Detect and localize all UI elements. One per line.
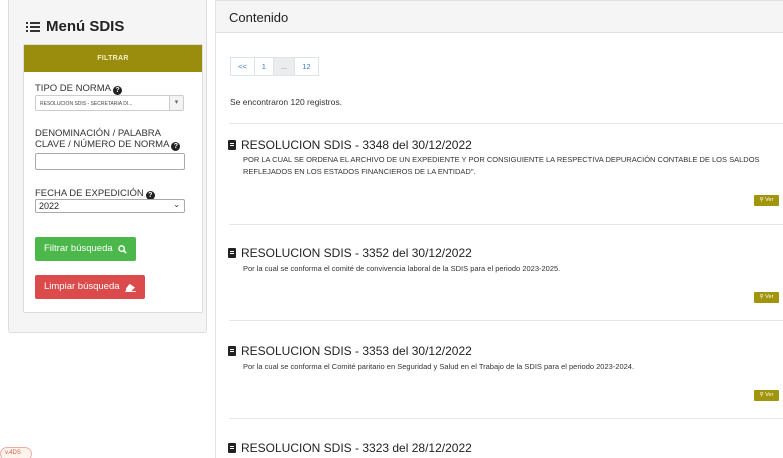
view-button[interactable]: ⚲ Ver — [754, 292, 779, 303]
content-panel: Contenido << 1 ... 12 Se encontraron 120… — [215, 0, 783, 458]
result-description: Por la cual se conforma el Comité parita… — [243, 362, 635, 371]
search-icon: ⚲ — [759, 294, 764, 300]
fecha-select[interactable]: 2022 ⌄ — [35, 199, 185, 213]
help-icon[interactable]: ? — [171, 142, 181, 151]
clear-button[interactable]: Limpiar búsqueda — [35, 275, 145, 299]
sidebar: Menú SDIS FILTRAR TIPO DE NORMA? RESOLUC… — [8, 0, 207, 333]
page-ellipsis: ... — [272, 57, 296, 76]
help-icon[interactable]: ? — [113, 86, 123, 95]
filter-header: FILTRAR — [24, 45, 202, 72]
pagination: << 1 ... 12 — [230, 57, 319, 76]
chevron-down-icon: ⌄ — [173, 200, 180, 209]
view-button[interactable]: ⚲ Ver — [754, 390, 779, 401]
document-icon — [228, 248, 236, 258]
document-icon — [228, 140, 236, 150]
tipo-norma-label: TIPO DE NORMA? — [35, 83, 123, 95]
tipo-norma-select[interactable]: RESOLUCION SDIS - SECRETARIA DI... ▾ — [35, 95, 184, 111]
corner-badge[interactable]: v.4DS — [0, 447, 32, 458]
page-first-link[interactable]: << — [230, 57, 255, 76]
denominacion-label: DENOMINACIÓN / PALABRA CLAVE / NÚMERO DE… — [35, 128, 181, 151]
filter-button[interactable]: Filtrar búsqueda — [35, 237, 136, 261]
result-description: POR LA CUAL SE ORDENA EL ARCHIVO DE UN E… — [243, 155, 760, 176]
sidebar-header: Menú SDIS — [9, 0, 206, 40]
document-icon — [228, 443, 236, 453]
page-last-link[interactable]: 12 — [294, 57, 319, 76]
result-title[interactable]: RESOLUCION SDIS - 3352 del 30/12/2022 — [228, 246, 472, 260]
denominacion-input[interactable] — [35, 153, 185, 170]
document-icon — [228, 346, 236, 356]
result-description: Por la cual se conforma el comité de con… — [243, 264, 561, 273]
divider — [229, 224, 783, 225]
filter-panel: FILTRAR TIPO DE NORMA? RESOLUCION SDIS -… — [23, 44, 203, 313]
results-count: Se encontraron 120 registros. — [230, 97, 342, 107]
search-icon: ⚲ — [759, 392, 764, 398]
result-title[interactable]: RESOLUCION SDIS - 3323 del 28/12/2022 — [228, 441, 472, 455]
eraser-icon — [124, 283, 136, 292]
divider — [229, 123, 783, 124]
list-icon — [26, 21, 40, 33]
result-title[interactable]: RESOLUCION SDIS - 3353 del 30/12/2022 — [228, 344, 472, 358]
divider — [229, 418, 783, 419]
sidebar-title: Menú SDIS — [46, 18, 125, 35]
divider — [229, 320, 783, 321]
page-1-link[interactable]: 1 — [253, 57, 274, 76]
search-icon: ⚲ — [759, 197, 764, 203]
content-title: Contenido — [216, 0, 783, 33]
result-title[interactable]: RESOLUCION SDIS - 3348 del 30/12/2022 — [228, 138, 472, 152]
search-icon — [117, 244, 127, 254]
dropdown-arrow-icon: ▾ — [169, 96, 183, 110]
view-button[interactable]: ⚲ Ver — [754, 195, 779, 206]
